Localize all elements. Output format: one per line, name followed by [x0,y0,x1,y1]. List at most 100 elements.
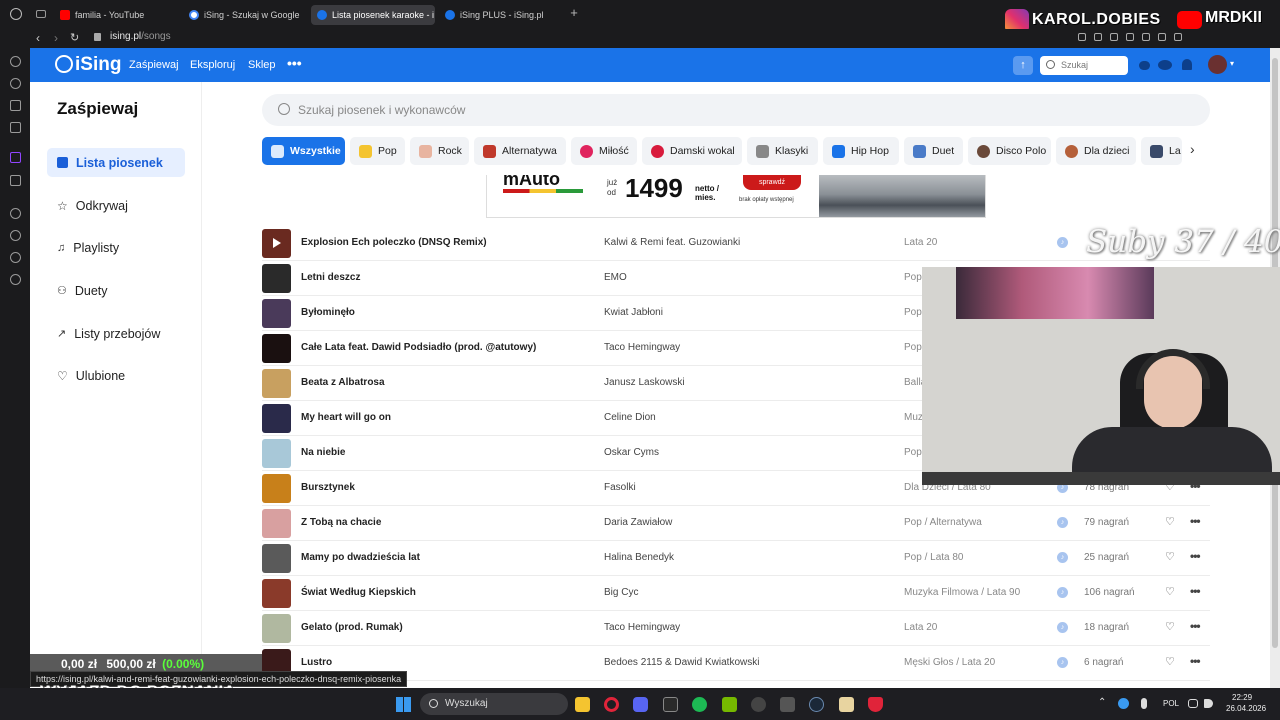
more-options-icon[interactable]: ••• [1190,619,1201,633]
favorite-heart-icon[interactable]: ♡ [1165,585,1175,598]
song-artist[interactable]: Big Cyc [604,587,638,598]
more-options-icon[interactable]: ••• [1190,549,1201,563]
category-wszystkie[interactable]: Wszystkie [262,137,345,165]
category-milosc[interactable]: Miłość [571,137,637,165]
table-row[interactable]: Z Tobą na chacie Daria Zawiałow Pop / Al… [262,506,1210,541]
sidebar-item-duety[interactable]: ⚇ Duety [47,276,185,305]
rail-icon[interactable] [10,208,21,219]
song-thumbnail[interactable] [262,509,291,538]
song-title[interactable]: Bursztynek [301,482,355,493]
category-damski-wokal[interactable]: Damski wokal [642,137,742,165]
ad-banner[interactable]: mAuto już od 1499 netto / mies. sprawdź … [486,175,986,218]
reload-icon[interactable]: ↻ [70,31,79,44]
nav-eksploruj[interactable]: Eksploruj [190,59,235,71]
header-search-input[interactable]: Szukaj [1040,56,1128,75]
bell-icon[interactable] [1182,59,1192,70]
category-duet[interactable]: Duet [904,137,963,165]
site-logo[interactable]: iSing [75,54,121,76]
song-title[interactable]: Letni deszcz [301,272,360,283]
chevron-right-icon[interactable]: › [1190,141,1195,157]
url-field[interactable]: ising.pl/songs [110,31,171,42]
tray-icon[interactable] [1118,698,1129,709]
song-artist[interactable]: EMO [604,272,627,283]
category-klasyki[interactable]: Klasyki [747,137,818,165]
song-thumbnail[interactable] [262,439,291,468]
category-la[interactable]: La [1141,137,1182,165]
rail-icon[interactable] [10,252,21,263]
song-artist[interactable]: Daria Zawiałow [604,517,672,528]
tray-chevron-icon[interactable]: ⌃ [1098,697,1106,708]
song-title[interactable]: Mamy po dwadzieścia lat [301,552,420,563]
tab-switcher-icon[interactable] [36,10,46,18]
more-options-icon[interactable]: ••• [1190,654,1201,668]
song-title[interactable]: Explosion Ech poleczko (DNSQ Remix) [301,237,487,248]
song-artist[interactable]: Halina Benedyk [604,552,674,563]
steam-icon[interactable] [809,697,824,712]
song-artist[interactable]: Kalwi & Remi feat. Guzowianki [604,237,740,248]
file-explorer-icon[interactable] [575,697,590,712]
category-alternatywa[interactable]: Alternatywa [474,137,566,165]
ad-cta-button[interactable]: sprawdź [743,175,801,190]
song-thumbnail[interactable] [262,369,291,398]
song-artist[interactable]: Janusz Laskowski [604,377,685,388]
forward-icon[interactable]: › [54,31,58,45]
song-thumbnail[interactable] [262,579,291,608]
microphone-icon[interactable] [1141,698,1147,709]
category-disco-polo[interactable]: Disco Polo [968,137,1051,165]
clock-date[interactable]: 26.04.2026 [1226,704,1266,713]
favorite-heart-icon[interactable]: ♡ [1165,620,1175,633]
sidebar-item-playlisty[interactable]: ♫ Playlisty [47,233,185,262]
twitch-icon[interactable] [10,152,21,163]
song-thumbnail[interactable] [262,334,291,363]
rail-icon[interactable] [10,122,21,133]
favorite-heart-icon[interactable]: ♡ [1165,655,1175,668]
favorite-heart-icon[interactable]: ♡ [1165,550,1175,563]
opera-icon[interactable] [604,697,619,712]
discord-icon[interactable] [633,697,648,712]
song-title[interactable]: Gelato (prod. Rumak) [301,622,403,633]
windows-start-icon[interactable] [396,697,411,712]
ising-logo-icon[interactable] [55,55,73,73]
category-rock[interactable]: Rock [410,137,469,165]
app-icon[interactable] [839,697,854,712]
table-row[interactable]: Świat Według Kiepskich Big Cyc Muzyka Fi… [262,576,1210,611]
clock-time[interactable]: 22:29 [1232,693,1252,702]
song-artist[interactable]: Kwiat Jabłoni [604,307,663,318]
song-title[interactable]: Z Tobą na chacie [301,517,381,528]
nav-sklep[interactable]: Sklep [248,59,276,71]
song-title[interactable]: Lustro [301,657,332,668]
category-hip-hop[interactable]: Hip Hop [823,137,899,165]
song-artist[interactable]: Celine Dion [604,412,656,423]
chat-icon[interactable] [1139,61,1150,70]
sidebar-item-listy-przebojow[interactable]: ↗ Listy przebojów [47,319,185,348]
upload-button[interactable]: ↑ [1013,56,1033,75]
rail-icon[interactable] [10,100,21,111]
new-tab-button[interactable]: + [568,6,580,19]
rail-icon[interactable] [10,78,21,89]
more-options-icon[interactable]: ••• [1190,584,1201,598]
nvidia-icon[interactable] [722,697,737,712]
table-row[interactable]: Explosion Ech poleczko (DNSQ Remix) Kalw… [262,226,1210,261]
favorite-heart-icon[interactable]: ♡ [1165,515,1175,528]
spotify-icon[interactable] [692,697,707,712]
taskbar-search-input[interactable]: Wyszukaj [420,693,568,715]
song-artist[interactable]: Taco Hemingway [604,622,680,633]
app-icon[interactable] [780,697,795,712]
song-title[interactable]: Całe Lata feat. Dawid Podsiadło (prod. @… [301,342,536,353]
category-pop[interactable]: Pop [350,137,405,165]
tab-ising-songs[interactable]: Lista piosenek karaoke - i [311,5,435,25]
browser-menu-icon[interactable] [10,8,22,20]
song-thumbnail[interactable] [262,264,291,293]
song-title[interactable]: My heart will go on [301,412,391,423]
volume-icon[interactable] [1204,699,1213,708]
app-icon[interactable] [751,697,766,712]
shield-icon[interactable] [868,697,883,712]
nav-more-icon[interactable]: ••• [287,55,302,71]
sidebar-item-ulubione[interactable]: ♡ Ulubione [47,361,185,390]
song-thumbnail[interactable] [262,299,291,328]
chevron-down-icon[interactable]: ▾ [1230,59,1234,68]
play-icon[interactable] [273,238,281,248]
language-indicator[interactable]: POL [1163,699,1179,708]
tab-youtube[interactable]: familia - YouTube [54,5,178,25]
eye-icon[interactable] [1158,60,1172,70]
